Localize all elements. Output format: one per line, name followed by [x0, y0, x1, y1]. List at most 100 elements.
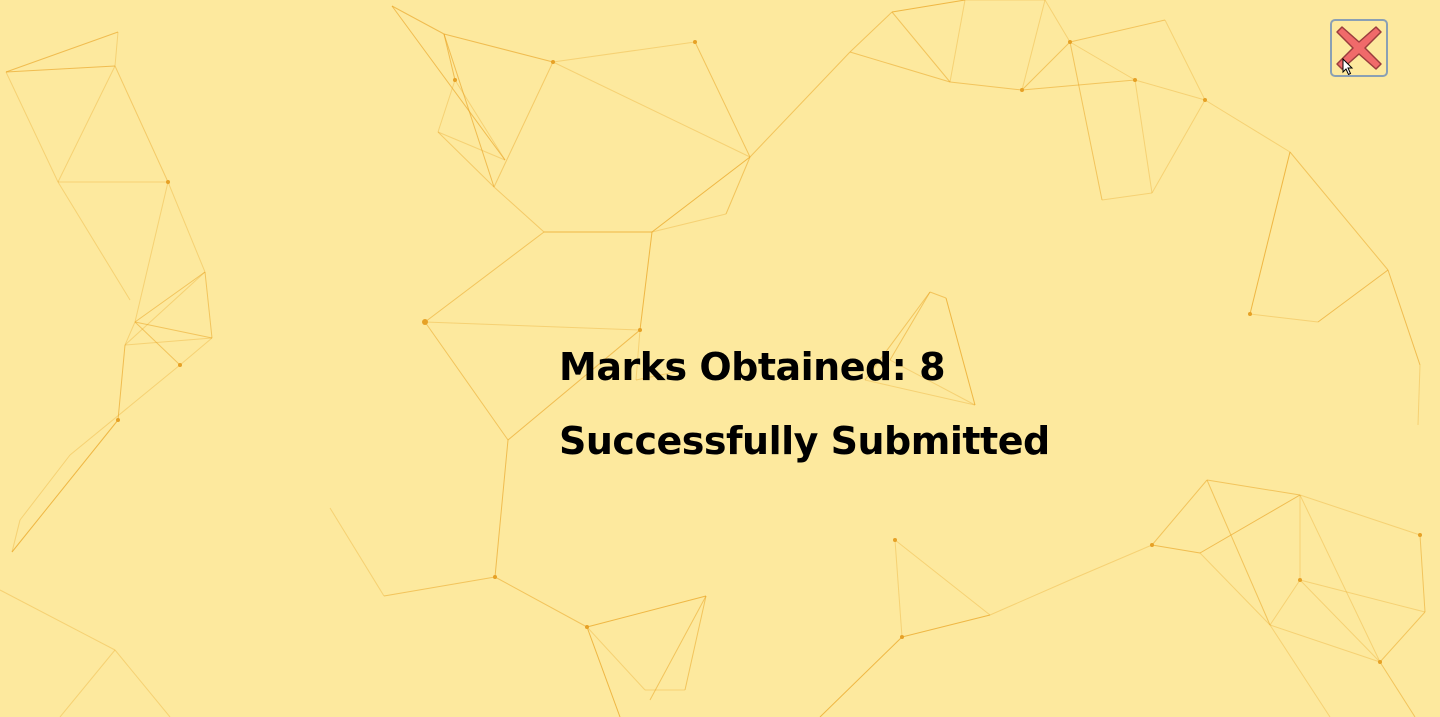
network-line [134, 181, 169, 323]
network-line [117, 344, 126, 421]
network-line [114, 65, 169, 183]
network-line [586, 595, 707, 628]
network-line [443, 33, 554, 63]
network-line [684, 595, 707, 691]
network-line [1151, 544, 1201, 554]
close-button[interactable] [1330, 19, 1388, 77]
network-node [1298, 578, 1302, 582]
network-line [949, 0, 966, 83]
network-node [1068, 40, 1072, 44]
network-line [891, 0, 966, 13]
network-line [59, 649, 116, 717]
network-line [204, 271, 213, 339]
network-line [1206, 479, 1301, 496]
submission-status-text: Successfully Submitted [559, 419, 1050, 463]
network-line [1417, 364, 1421, 426]
network-line [114, 649, 171, 717]
network-node [1248, 312, 1252, 316]
network-line [586, 626, 646, 691]
network-line [1299, 579, 1381, 663]
network-line [57, 65, 116, 183]
network-line [494, 576, 588, 628]
network-line [1164, 19, 1206, 101]
network-line [1379, 661, 1416, 717]
network-line [1387, 269, 1421, 366]
network-node [493, 575, 497, 579]
network-line [1249, 313, 1319, 323]
result-panel: Marks Obtained: 8 Successfully Submitted [559, 330, 1050, 478]
network-line [725, 156, 751, 215]
network-line [1199, 494, 1301, 554]
network-line [5, 31, 119, 73]
network-node [422, 319, 428, 325]
network-line [1249, 151, 1291, 315]
network-line [124, 337, 213, 346]
network-node [1020, 88, 1024, 92]
network-line [1069, 19, 1166, 43]
network-line [391, 5, 445, 35]
network-line [1379, 611, 1426, 663]
network-line [1134, 79, 1153, 194]
network-line [586, 626, 621, 717]
network-line [1289, 151, 1389, 271]
network-line [167, 181, 206, 273]
network-node [1378, 660, 1382, 664]
network-line [424, 321, 641, 331]
network-line [1134, 79, 1206, 101]
network-line [694, 41, 751, 158]
network-line [1021, 0, 1046, 91]
network-node [585, 625, 589, 629]
network-line [493, 61, 554, 188]
network-line [1269, 624, 1381, 663]
network-line [5, 71, 59, 183]
network-line [1206, 479, 1271, 626]
network-line [1204, 99, 1291, 153]
network-node [893, 538, 897, 542]
network-node [166, 180, 170, 184]
network-line [901, 614, 991, 638]
network-node [693, 40, 697, 44]
network-line [424, 321, 509, 441]
network-line [493, 186, 545, 233]
network-line [849, 51, 951, 83]
network-line [894, 539, 991, 616]
network-line [1269, 624, 1331, 717]
network-line [891, 11, 951, 83]
network-line [179, 337, 213, 366]
network-line [494, 439, 509, 578]
network-line [124, 321, 136, 346]
network-line [69, 364, 181, 456]
network-line [1021, 41, 1071, 91]
marks-obtained-text: Marks Obtained: 8 [559, 345, 946, 389]
network-node [1203, 98, 1207, 102]
network-line [437, 131, 495, 188]
network-line [5, 65, 116, 73]
network-node [453, 78, 457, 82]
network-line [383, 576, 496, 597]
network-line [1069, 41, 1136, 81]
network-line [819, 636, 903, 717]
network-line [114, 31, 119, 67]
network-line [649, 595, 707, 701]
network-line [1299, 579, 1426, 613]
network-line [424, 231, 545, 323]
network-node [178, 363, 182, 367]
network-line [1419, 534, 1426, 613]
network-line [11, 419, 119, 553]
network-line [1069, 544, 1153, 581]
network-line [552, 61, 751, 158]
network-line [1101, 192, 1153, 201]
network-node [900, 635, 904, 639]
network-line [134, 321, 213, 339]
network-line [1317, 269, 1389, 323]
network-line [1299, 494, 1381, 663]
network-line [552, 41, 696, 63]
network-line [849, 11, 893, 53]
network-line [1151, 479, 1208, 546]
close-icon [1336, 26, 1382, 70]
network-line [989, 579, 1071, 616]
network-line [329, 507, 385, 597]
network-line [0, 589, 116, 651]
network-line [1151, 99, 1206, 194]
network-line [1269, 579, 1301, 626]
